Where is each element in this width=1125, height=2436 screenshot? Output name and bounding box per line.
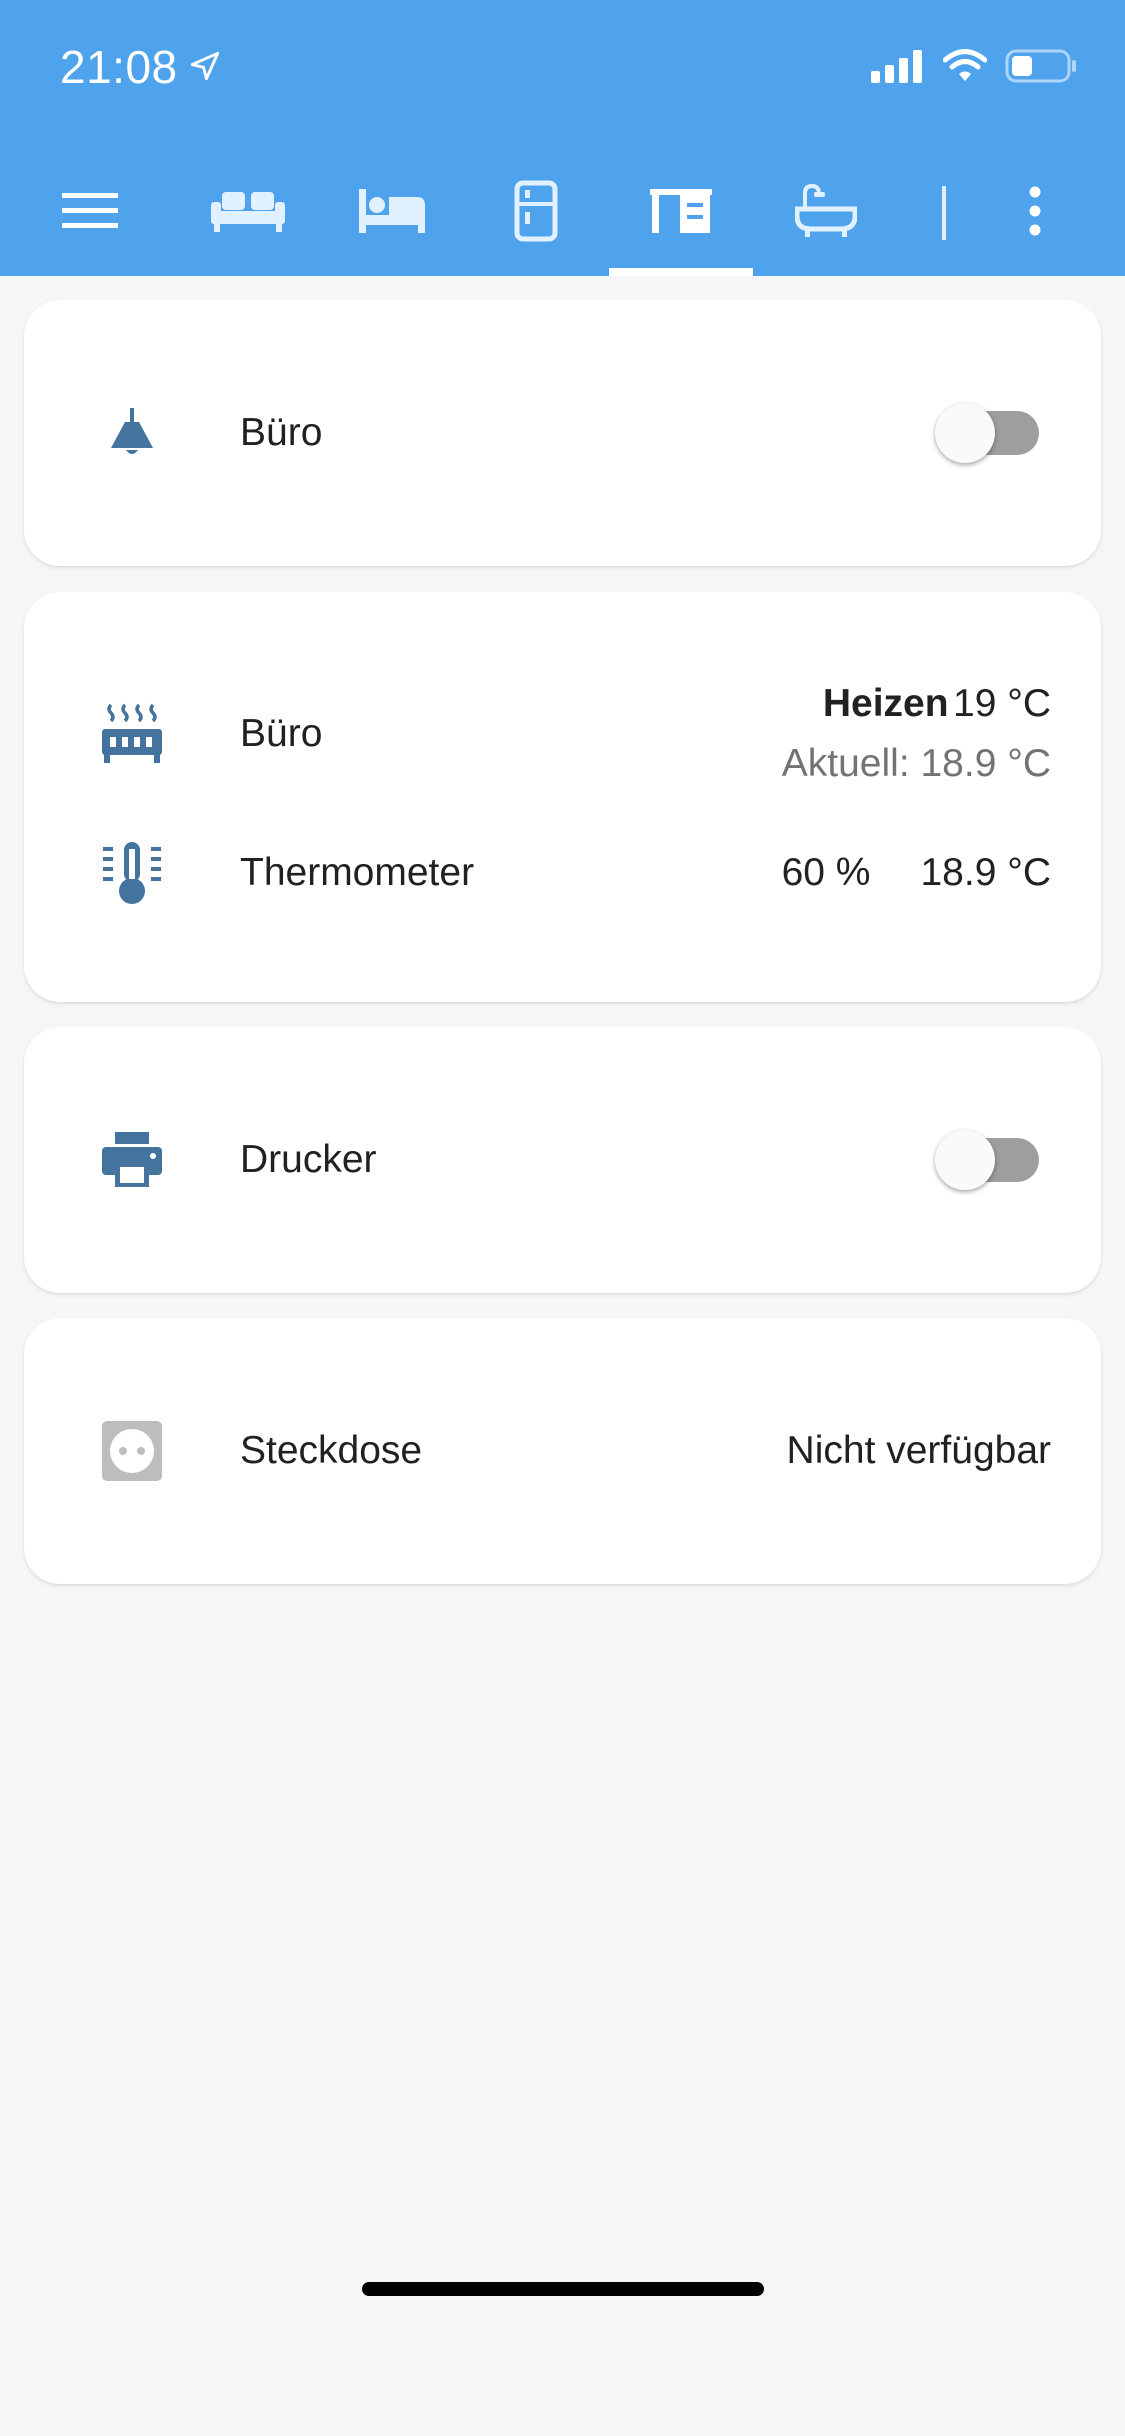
bathtub-icon <box>794 183 858 244</box>
toggle-knob <box>935 1130 995 1190</box>
menu-button[interactable] <box>50 150 130 276</box>
climate-state: Heizen 19 °C Aktuell: 18.9 °C <box>782 678 1051 790</box>
entity-name: Thermometer <box>240 851 475 894</box>
tab-bedroom[interactable] <box>345 150 441 276</box>
bed-icon <box>359 188 427 238</box>
location-arrow-icon <box>188 40 222 94</box>
entity-name: Drucker <box>240 1138 377 1181</box>
thermometer-icon <box>96 837 168 909</box>
fridge-icon <box>514 180 558 247</box>
active-tab-indicator <box>609 268 753 276</box>
printer-card: Drucker <box>24 1027 1101 1293</box>
light-card: Büro <box>24 300 1101 566</box>
entity-row-thermometer[interactable]: Thermometer 60 % 18.9 °C <box>24 818 1101 928</box>
tab-living-room[interactable] <box>200 150 296 276</box>
more-options-button[interactable] <box>1010 150 1060 276</box>
wifi-icon <box>942 49 988 88</box>
current-temperature: Aktuell: 18.9 °C <box>781 742 1051 785</box>
ceiling-lamp-icon <box>96 397 168 469</box>
tab-bathroom[interactable] <box>778 150 874 276</box>
temperature-value: 18.9 °C <box>920 851 1051 894</box>
entity-row-heater[interactable]: Büro Heizen 19 °C Aktuell: 18.9 °C <box>24 674 1101 794</box>
status-time-text: 21:08 <box>60 41 178 93</box>
sensor-values: 60 % 18.9 °C <box>782 851 1051 895</box>
view-tabs-toolbar <box>0 150 1125 276</box>
entity-name: Steckdose <box>240 1429 423 1472</box>
tab-kitchen[interactable] <box>488 150 584 276</box>
app-header: 21:08 <box>0 0 1125 276</box>
light-toggle-switch[interactable] <box>935 403 1043 463</box>
entity-name: Büro <box>240 411 323 454</box>
battery-icon <box>1005 48 1077 89</box>
socket-card: Steckdose Nicht verfügbar <box>24 1318 1101 1584</box>
toggle-knob <box>935 403 995 463</box>
more-vertical-icon <box>1029 186 1041 241</box>
entity-row-printer[interactable]: Drucker <box>24 1110 1101 1210</box>
entity-row-socket[interactable]: Steckdose Nicht verfügbar <box>24 1401 1101 1501</box>
signal-icon <box>871 49 925 88</box>
entity-state: Nicht verfügbar <box>786 1429 1051 1472</box>
status-bar-indicators <box>871 48 1077 89</box>
entity-row-light[interactable]: Büro <box>24 383 1101 483</box>
humidity-value: 60 % <box>781 851 871 894</box>
status-bar-time: 21:08 <box>60 40 222 94</box>
menu-icon <box>62 191 118 236</box>
sofa-icon <box>211 189 285 238</box>
radiator-icon <box>96 698 168 770</box>
tab-office[interactable] <box>633 150 729 276</box>
target-temperature: 19 °C <box>953 682 1051 725</box>
power-socket-icon <box>96 1415 168 1487</box>
printer-icon <box>96 1124 168 1196</box>
printer-toggle-switch[interactable] <box>935 1130 1043 1190</box>
desk-icon <box>650 188 712 238</box>
entity-name: Büro <box>240 712 323 755</box>
hvac-mode: Heizen <box>822 682 949 725</box>
climate-card: Büro Heizen 19 °C Aktuell: 18.9 °C Therm… <box>24 592 1101 1002</box>
home-indicator[interactable] <box>362 2282 764 2296</box>
toolbar-divider <box>924 150 964 276</box>
